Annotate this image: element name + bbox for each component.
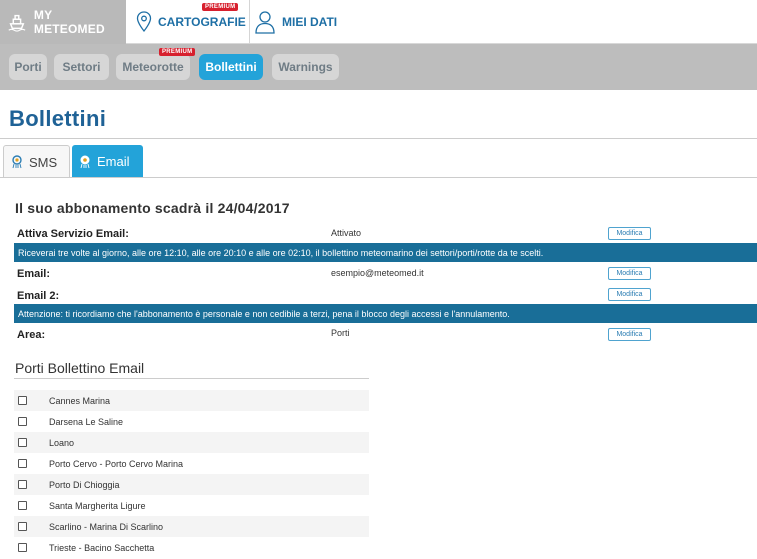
page-title: Bollettini — [9, 106, 107, 131]
list-item: Porto Cervo - Porto Cervo Marina — [14, 453, 369, 474]
list-item: Loano — [14, 432, 369, 453]
email-label: Email: — [17, 268, 51, 280]
port-name: Porto Di Chioggia — [49, 479, 120, 490]
subtab-label: Porti — [14, 60, 42, 74]
subscription-expiry-heading: Il suo abbonamento scadrà il 24/04/2017 — [15, 200, 290, 216]
brand-label: MY METEOMED — [33, 8, 105, 36]
area-label: Area: — [17, 329, 46, 341]
subtab-label: Bollettini — [205, 60, 257, 74]
subtab-meteorotte[interactable]: Meteorotte PREMIUM — [116, 48, 196, 80]
divider — [0, 177, 757, 178]
top-navigation: MY METEOMED CARTOGRAFIE PREMIUM MIEI DAT… — [0, 0, 757, 44]
map-pin-icon — [136, 11, 152, 33]
port-name: Cannes Marina — [49, 395, 111, 406]
list-item: Scarlino - Marina Di Scarlino — [14, 516, 369, 537]
section-navigation: Porti Settori Meteorotte PREMIUM Bollett… — [0, 44, 757, 90]
medal-icon — [12, 155, 22, 169]
email-value: esempio@meteomed.it — [331, 268, 424, 278]
modifica-attiva-button[interactable]: Modifica — [608, 227, 651, 240]
port-name: Loano — [49, 437, 75, 448]
attiva-servizio-label: Attiva Servizio Email: — [17, 228, 129, 240]
modifica-area-button[interactable]: Modifica — [608, 328, 651, 341]
port-name: Trieste - Bacino Sacchetta — [49, 542, 155, 553]
subtab-bollettini[interactable]: Bollettini — [199, 54, 263, 80]
cartografie-link[interactable]: CARTOGRAFIE PREMIUM — [130, 0, 247, 44]
subtab-label: Meteorotte — [122, 60, 184, 74]
cartografie-label: CARTOGRAFIE — [158, 15, 246, 29]
ship-icon — [8, 14, 26, 32]
port-checkbox[interactable] — [18, 417, 27, 426]
port-name: Porto Cervo - Porto Cervo Marina — [49, 458, 184, 469]
premium-badge: PREMIUM — [202, 3, 239, 11]
subtab-label: Settori — [62, 60, 101, 74]
list-item: Porto Di Chioggia — [14, 474, 369, 495]
info-bar-warning: Attenzione: ti ricordiamo che l'abboname… — [14, 304, 757, 323]
email2-label: Email 2: — [17, 290, 60, 302]
port-name: Darsena Le Saline — [49, 416, 124, 427]
tab-label: SMS — [29, 154, 58, 170]
port-checkbox[interactable] — [18, 459, 27, 468]
list-item: Cannes Marina — [14, 390, 369, 411]
porti-list-heading: Porti Bollettino Email — [15, 360, 145, 376]
miei-dati-link[interactable]: MIEI DATI — [249, 0, 369, 44]
user-icon — [255, 11, 275, 34]
port-checkbox[interactable] — [18, 480, 27, 489]
port-checkbox[interactable] — [18, 396, 27, 405]
subtab-label: Warnings — [278, 60, 333, 74]
miei-dati-label: MIEI DATI — [282, 15, 338, 29]
divider — [14, 378, 369, 379]
tab-sms[interactable]: SMS — [3, 145, 70, 178]
subtab-settori[interactable]: Settori — [54, 54, 109, 80]
my-meteomed-tab[interactable]: MY METEOMED — [0, 0, 126, 44]
modifica-email-button[interactable]: Modifica — [608, 267, 651, 280]
port-checkbox[interactable] — [18, 543, 27, 552]
premium-badge: PREMIUM — [159, 48, 196, 56]
list-item: Santa Margherita Ligure — [14, 495, 369, 516]
area-value: Porti — [331, 328, 350, 338]
subtab-warnings[interactable]: Warnings — [272, 54, 339, 80]
divider — [0, 138, 757, 139]
medal-icon — [80, 155, 90, 168]
port-name: Scarlino - Marina Di Scarlino — [49, 521, 164, 532]
tab-label: Email — [97, 154, 130, 169]
list-item: Trieste - Bacino Sacchetta — [14, 537, 369, 558]
tab-email[interactable]: Email — [72, 145, 143, 178]
port-checkbox[interactable] — [18, 501, 27, 510]
port-checkbox[interactable] — [18, 522, 27, 531]
subtab-porti[interactable]: Porti — [9, 54, 47, 80]
port-checkbox[interactable] — [18, 438, 27, 447]
info-bar-schedule: Riceverai tre volte al giorno, alle ore … — [14, 243, 757, 262]
attiva-servizio-value: Attivato — [331, 228, 362, 238]
list-item: Darsena Le Saline — [14, 411, 369, 432]
modifica-email2-button[interactable]: Modifica — [608, 288, 651, 301]
port-name: Santa Margherita Ligure — [49, 500, 146, 511]
